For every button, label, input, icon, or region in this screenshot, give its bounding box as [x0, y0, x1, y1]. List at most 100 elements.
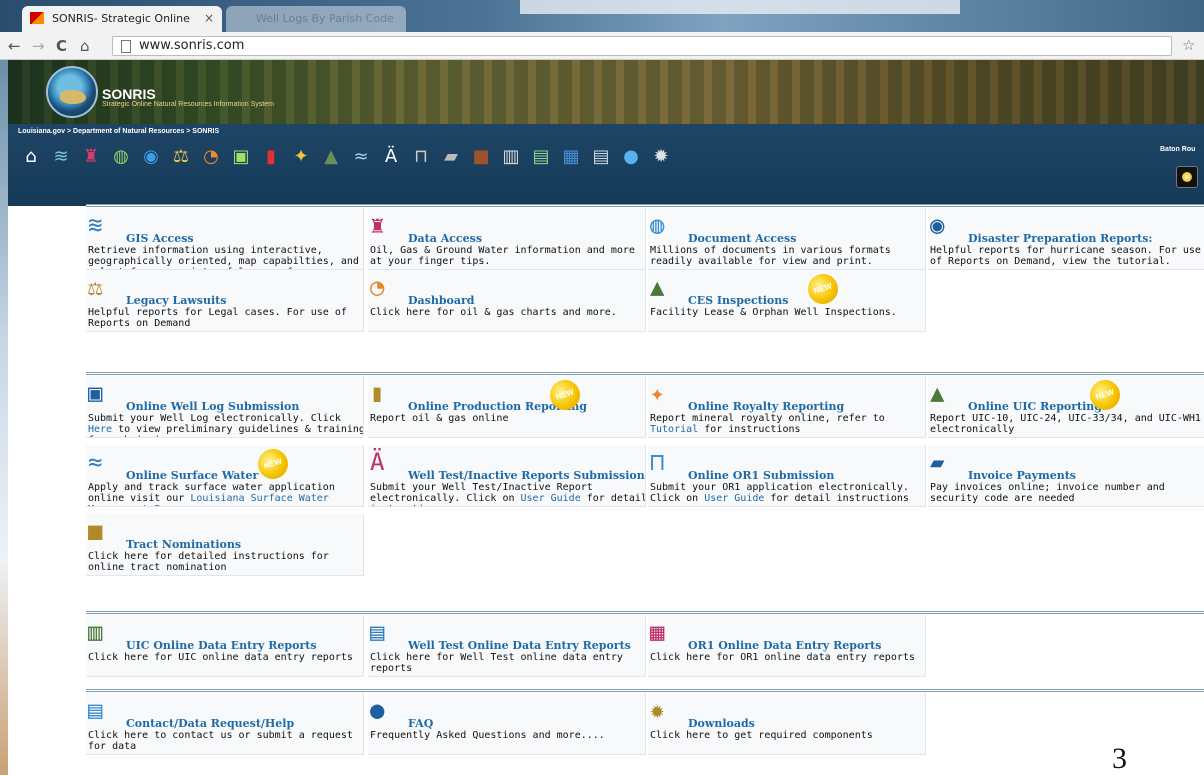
- service-tile[interactable]: ■ Tract Nominations Click here for detaile…: [86, 514, 364, 576]
- service-tile[interactable]: ● FAQ Frequently Asked Questions and more.…: [368, 693, 646, 755]
- wellhead-icon[interactable]: Ä: [370, 447, 404, 477]
- service-tile[interactable]: ▮ Online Production Reporting Report oil &…: [368, 376, 646, 438]
- service-title-link[interactable]: FAQ: [408, 717, 433, 730]
- uic-well-icon[interactable]: ▲: [930, 378, 964, 408]
- pie-chart-icon[interactable]: ◔: [370, 272, 404, 302]
- service-tile[interactable]: ◍ Document Access Millions of documents in…: [648, 208, 926, 270]
- blocks-icon[interactable]: ▦: [560, 146, 582, 168]
- inline-link[interactable]: Louisiana Surface Water Management Progr…: [88, 493, 329, 506]
- service-tile[interactable]: ≈ Online Surface Water Apply and track sur…: [86, 445, 364, 507]
- coins-icon[interactable]: ✦: [650, 378, 684, 408]
- service-title-link[interactable]: Well Test Online Data Entry Reports: [408, 639, 631, 652]
- bookmark-star-icon[interactable]: ☆: [1182, 36, 1195, 54]
- pie-chart-icon[interactable]: ◔: [200, 146, 222, 168]
- service-tile[interactable]: ▤ Well Test Online Data Entry Reports Clic…: [368, 615, 646, 677]
- back-button[interactable]: ←: [8, 37, 21, 55]
- surface-water-icon[interactable]: ≈: [88, 447, 122, 477]
- service-title-link[interactable]: Downloads: [688, 717, 755, 730]
- gear-icon[interactable]: ✹: [650, 695, 684, 725]
- disk-drive-icon[interactable]: ▥: [88, 617, 122, 647]
- payment-terminal-icon[interactable]: ▰: [930, 447, 964, 477]
- service-title-link[interactable]: Disaster Preparation Reports:: [968, 232, 1152, 245]
- tab-sonris[interactable]: SONRIS- Strategic Online ×: [22, 6, 222, 32]
- map-layers-icon[interactable]: ≋: [88, 210, 122, 240]
- gate-icon[interactable]: ⊓: [410, 146, 432, 168]
- service-tile[interactable]: ▲ CES Inspections Facility Lease & Orphan …: [648, 270, 926, 332]
- service-tile[interactable]: ▰ Invoice Payments Pay invoices online; in…: [928, 445, 1204, 507]
- hurricane-icon[interactable]: ◉: [140, 146, 162, 168]
- gate-icon[interactable]: ⊓: [650, 447, 684, 477]
- service-title-link[interactable]: Online UIC Reporting: [968, 400, 1102, 413]
- service-title-link[interactable]: CES Inspections: [688, 294, 788, 307]
- service-title-link[interactable]: Well Test/Inactive Reports Submission: [408, 469, 645, 482]
- contact-card-icon[interactable]: ▤: [590, 146, 612, 168]
- gear-icon[interactable]: ✹: [650, 146, 672, 168]
- oil-derrick-icon[interactable]: ♜: [80, 146, 102, 168]
- well-log-monitor-icon[interactable]: ▣: [88, 378, 122, 408]
- service-title-link[interactable]: Document Access: [688, 232, 796, 245]
- service-tile[interactable]: ⊓ Online OR1 Submission Submit your OR1 ap…: [648, 445, 926, 507]
- service-title-link[interactable]: Data Access: [408, 232, 482, 245]
- bar-chart-icon[interactable]: ▤: [370, 617, 404, 647]
- chart-icon[interactable]: ▤: [530, 146, 552, 168]
- card-icon[interactable]: ▰: [440, 146, 462, 168]
- weather-icon[interactable]: [1176, 166, 1198, 188]
- service-title-link[interactable]: OR1 Online Data Entry Reports: [688, 639, 881, 652]
- water-icon[interactable]: ≈: [350, 146, 372, 168]
- service-title-link[interactable]: Contact/Data Request/Help: [126, 717, 294, 730]
- inline-link[interactable]: User Guide: [704, 493, 764, 504]
- service-title-link[interactable]: Online OR1 Submission: [688, 469, 834, 482]
- service-title-link[interactable]: Invoice Payments: [968, 469, 1076, 482]
- wellhead-icon[interactable]: Ä: [380, 146, 402, 168]
- forward-button[interactable]: →: [32, 37, 45, 55]
- service-tile[interactable]: ▥ UIC Online Data Entry Reports Click here…: [86, 615, 364, 677]
- service-tile[interactable]: ⚖ Legacy Lawsuits Helpful reports for Lega…: [86, 270, 364, 332]
- document-globe-icon[interactable]: ◍: [110, 146, 132, 168]
- well-icon[interactable]: ▲: [320, 146, 342, 168]
- service-title-link[interactable]: Legacy Lawsuits: [126, 294, 226, 307]
- service-title-link[interactable]: Online Surface Water: [126, 469, 258, 482]
- data-access-icon[interactable]: ♜: [370, 210, 404, 240]
- service-tile[interactable]: ◉ Disaster Preparation Reports: Helpful re…: [928, 208, 1204, 270]
- service-tile[interactable]: ≋ GIS Access Retrieve information using in…: [86, 208, 364, 270]
- coins-icon[interactable]: ✦: [290, 146, 312, 168]
- hurricane-icon[interactable]: ◉: [930, 210, 964, 240]
- barrel-icon[interactable]: ▮: [370, 378, 404, 408]
- service-tile[interactable]: ✦ Online Royalty Reporting Report mineral …: [648, 376, 926, 438]
- barrel-icon[interactable]: ▮: [260, 146, 282, 168]
- service-tile[interactable]: Ä Well Test/Inactive Reports Submission Su…: [368, 445, 646, 507]
- address-bar[interactable]: www.sonris.com: [112, 36, 1172, 56]
- inline-link[interactable]: Here: [88, 424, 112, 435]
- monitor-icon[interactable]: ▣: [230, 146, 252, 168]
- service-title-link[interactable]: Tract Nominations: [126, 538, 241, 551]
- service-title-link[interactable]: Online Well Log Submission: [126, 400, 299, 413]
- service-title-link[interactable]: GIS Access: [126, 232, 194, 245]
- inline-link[interactable]: User Guide: [521, 493, 581, 504]
- tab-well-logs[interactable]: Well Logs By Parish Code: [226, 6, 406, 32]
- service-tile[interactable]: ◔ Dashboard Click here for oil & gas chart…: [368, 270, 646, 332]
- service-tile[interactable]: ▦ OR1 Online Data Entry Reports Click here…: [648, 615, 926, 677]
- inline-link[interactable]: Tutorial: [650, 424, 698, 435]
- service-tile[interactable]: ♜ Data Access Oil, Gas & Ground Water info…: [368, 208, 646, 270]
- document-globe-icon[interactable]: ◍: [650, 210, 684, 240]
- service-title-link[interactable]: Dashboard: [408, 294, 475, 307]
- home-button[interactable]: ⌂: [80, 37, 90, 55]
- reload-button[interactable]: C: [56, 37, 67, 55]
- contact-card-icon[interactable]: ▤: [88, 695, 122, 725]
- blocks-icon[interactable]: ▦: [650, 617, 684, 647]
- ces-inspection-icon[interactable]: ▲: [650, 272, 684, 302]
- service-title-link[interactable]: UIC Online Data Entry Reports: [126, 639, 317, 652]
- service-tile[interactable]: ▲ Online UIC Reporting Report UIC-10, UIC-…: [928, 376, 1204, 438]
- service-tile[interactable]: ✹ Downloads Click here to get required com…: [648, 693, 926, 755]
- faq-bubble-icon[interactable]: ●: [370, 695, 404, 725]
- service-tile[interactable]: ▤ Contact/Data Request/Help Click here to …: [86, 693, 364, 755]
- breadcrumb[interactable]: Louisiana.gov > Department of Natural Re…: [18, 128, 219, 135]
- sonris-logo-icon[interactable]: [46, 66, 98, 118]
- tract-box-icon[interactable]: ■: [88, 516, 122, 546]
- layers-icon[interactable]: ≋: [50, 146, 72, 168]
- faq-icon[interactable]: ●: [620, 146, 642, 168]
- box-icon[interactable]: ■: [470, 146, 492, 168]
- home-icon[interactable]: ⌂: [20, 146, 42, 168]
- disk-icon[interactable]: ▥: [500, 146, 522, 168]
- service-tile[interactable]: ▣ Online Well Log Submission Submit your W…: [86, 376, 364, 438]
